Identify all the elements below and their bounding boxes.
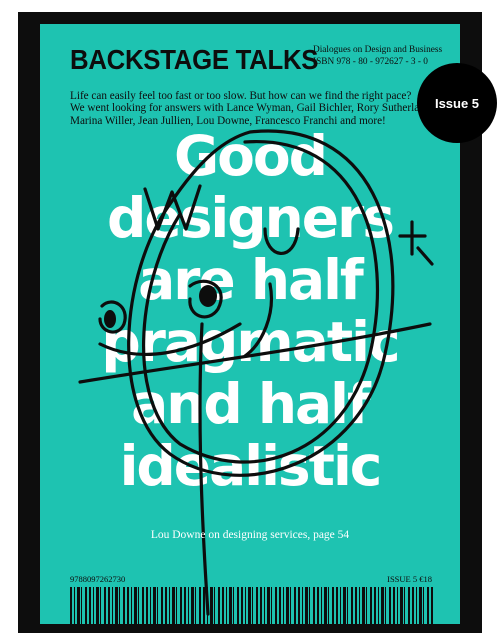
cover-caption: Lou Downe on designing services, page 54 (150, 529, 350, 541)
isbn-line: ISBN 978 - 80 - 972627 - 3 - 0 (313, 57, 428, 67)
issue-badge-label: Issue 5 (434, 95, 480, 111)
magazine-title: BACKSTAGE TALKS (70, 44, 319, 75)
headline-line: and half (131, 372, 371, 436)
magazine-tagline: Dialogues on Design and Business (313, 45, 443, 55)
cover-headline: Good designers are half pragmatic and ha… (40, 125, 460, 497)
headline-line: are half (138, 248, 364, 312)
headline-line: Good (173, 124, 328, 188)
magazine-cover: BACKSTAGE TALKS Dialogues on Design and … (40, 24, 460, 624)
headline-line: idealistic (119, 434, 383, 498)
intro-line: Life can easily feel too fast or too slo… (70, 90, 412, 102)
headline-line: designers (107, 186, 395, 250)
headline-line: pragmatic (101, 310, 400, 374)
intro-line: We went looking for answers with Lance W… (70, 102, 434, 115)
barcode (70, 587, 434, 624)
barcode-number: 9788097262730 (70, 574, 126, 584)
issue-badge[interactable]: Issue 5 (417, 63, 497, 143)
issue-price: ISSUE 5 €18 (387, 574, 432, 584)
intro-text: Life can easily feel too fast or too slo… (70, 90, 450, 127)
